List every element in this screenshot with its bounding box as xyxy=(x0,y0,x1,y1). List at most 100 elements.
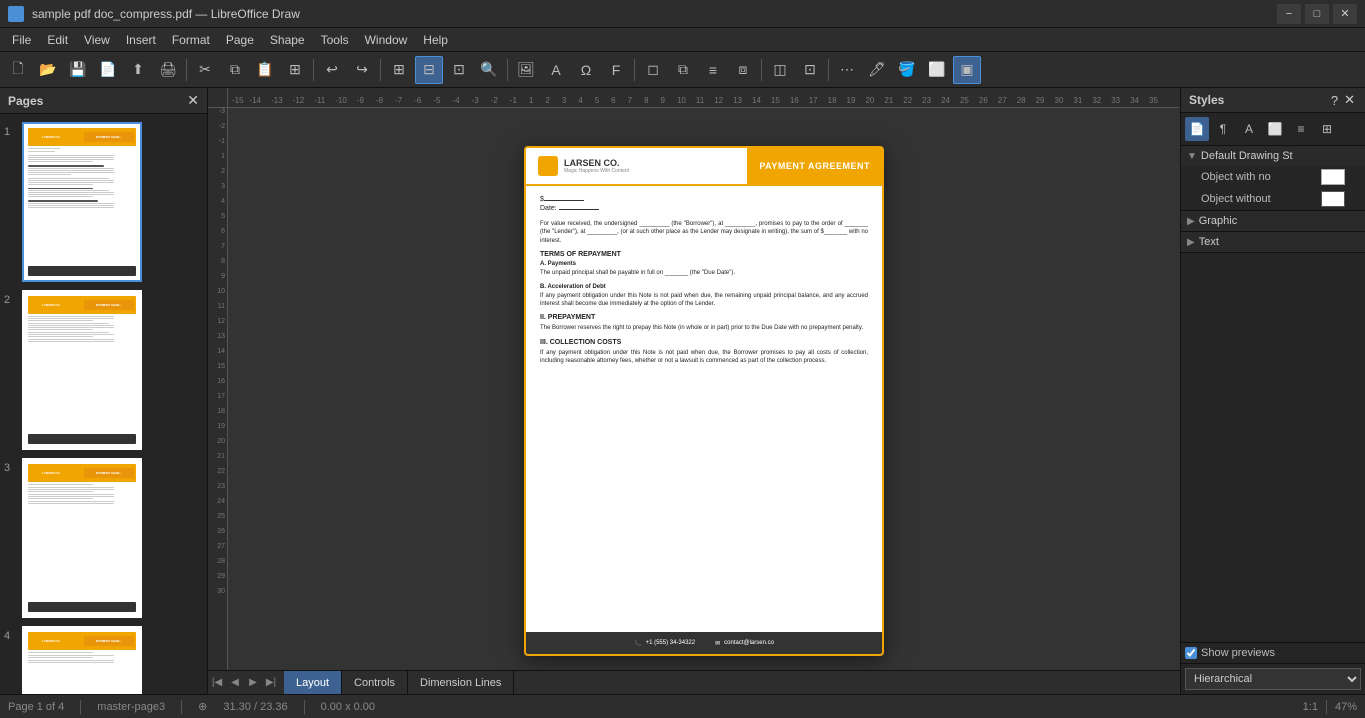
style-group-graphic-header[interactable]: ▶ Graphic xyxy=(1181,211,1365,231)
style-group-default-header[interactable]: ▼ Default Drawing St xyxy=(1181,146,1365,166)
tab-layout[interactable]: Layout xyxy=(284,671,342,694)
style-group-text-label: Text xyxy=(1199,236,1219,248)
style-group-default-label: Default Drawing St xyxy=(1201,150,1293,162)
area-style-button[interactable]: ⬜ xyxy=(923,56,951,84)
fontwork-button[interactable]: F xyxy=(602,56,630,84)
style-list-button[interactable]: ≡ xyxy=(1289,117,1313,141)
show-previews-label[interactable]: Show previews xyxy=(1201,647,1275,659)
menu-file[interactable]: File xyxy=(4,28,39,51)
menu-page[interactable]: Page xyxy=(218,28,262,51)
show-previews-checkbox[interactable] xyxy=(1185,647,1197,659)
line-color-button[interactable]: 🖊 xyxy=(863,56,891,84)
page-preview-4[interactable]: LARSEN CO. PAYMENT AGRE... xyxy=(22,626,142,694)
page-preview-3[interactable]: LARSEN CO. PAYMENT AGRE... xyxy=(22,458,142,618)
company-info: LARSEN CO. Magic Happens With Content xyxy=(564,158,629,174)
status-right: 1:1 47% xyxy=(1303,700,1357,714)
status-separator-4 xyxy=(1326,700,1327,714)
doc-footer: 📞 +1 (555) 34-34322 ✉ contact@larsen.co xyxy=(526,632,882,654)
snap-grid-button[interactable]: ⊟ xyxy=(415,56,443,84)
tab-last-button[interactable]: ▶| xyxy=(262,674,280,692)
toolbar-separator-1 xyxy=(186,59,187,81)
page-thumb-3[interactable]: 3 LARSEN CO. PAYMENT AGRE... xyxy=(4,458,203,618)
menu-shape[interactable]: Shape xyxy=(262,28,313,51)
pages-panel-close[interactable]: ✕ xyxy=(187,92,199,109)
fit-button[interactable]: ⊡ xyxy=(445,56,473,84)
tab-next-button[interactable]: ▶ xyxy=(244,674,262,692)
pages-panel-title: Pages xyxy=(8,94,43,108)
style-item-object-with[interactable]: Object with no xyxy=(1181,166,1365,188)
print-button[interactable]: 🖨 xyxy=(154,56,182,84)
undo-button[interactable]: ↩ xyxy=(318,56,346,84)
shadow-button[interactable]: ◫ xyxy=(766,56,794,84)
clone-button[interactable]: ⊞ xyxy=(281,56,309,84)
special-char-button[interactable]: Ω xyxy=(572,56,600,84)
date-label: Date: xyxy=(540,205,557,212)
tab-dimension-lines[interactable]: Dimension Lines xyxy=(408,671,514,694)
menu-help[interactable]: Help xyxy=(415,28,456,51)
paste-button[interactable]: 📋 xyxy=(251,56,279,84)
page-preview-1[interactable]: LARSEN CO. PAYMENT AGRE... xyxy=(22,122,142,282)
save-button[interactable]: 💾 xyxy=(64,56,92,84)
style-char-button[interactable]: A xyxy=(1237,117,1261,141)
styles-help-button[interactable]: ? xyxy=(1329,92,1340,108)
style-preview-object-without xyxy=(1321,191,1345,207)
menu-window[interactable]: Window xyxy=(357,28,416,51)
style-para-button[interactable]: ¶ xyxy=(1211,117,1235,141)
zoom-button[interactable]: 🔍 xyxy=(475,56,503,84)
page-thumb-4[interactable]: 4 LARSEN CO. PAYMENT AGRE... xyxy=(4,626,203,694)
doc-footer-phone: 📞 +1 (555) 34-34322 xyxy=(634,640,695,647)
doc-logo-section: LARSEN CO. Magic Happens With Content xyxy=(526,148,747,184)
image-button[interactable]: 🖼 xyxy=(512,56,540,84)
menu-format[interactable]: Format xyxy=(164,28,218,51)
page-preview-2[interactable]: LARSEN CO. PAYMENT AGRE... xyxy=(22,290,142,450)
grid-display-button[interactable]: ⊞ xyxy=(385,56,413,84)
styles-dropdown[interactable]: Hierarchical All Styles Applied Styles xyxy=(1185,668,1361,690)
cut-button[interactable]: ✂ xyxy=(191,56,219,84)
doc-header: LARSEN CO. Magic Happens With Content PA… xyxy=(526,148,882,186)
style-page-button[interactable]: 📄 xyxy=(1185,117,1209,141)
document-page: LARSEN CO. Magic Happens With Content PA… xyxy=(524,146,884,656)
tab-first-button[interactable]: |◀ xyxy=(208,674,226,692)
copy-button[interactable]: ⧉ xyxy=(221,56,249,84)
fill-color-button[interactable]: 🪣 xyxy=(893,56,921,84)
styles-close-button[interactable]: ✕ xyxy=(1342,92,1357,108)
shapes-button[interactable]: ◻ xyxy=(639,56,667,84)
page-thumb-2[interactable]: 2 LARSEN CO. PAYMENT AGRE... xyxy=(4,290,203,450)
amount-line xyxy=(544,200,584,201)
company-tagline: Magic Happens With Content xyxy=(564,168,629,174)
style-group-text-header[interactable]: ▶ Text xyxy=(1181,232,1365,252)
tab-prev-button[interactable]: ◀ xyxy=(226,674,244,692)
document-canvas[interactable]: LARSEN CO. Magic Happens With Content PA… xyxy=(228,108,1180,694)
export-button[interactable]: ⬆ xyxy=(124,56,152,84)
align-button[interactable]: ≡ xyxy=(699,56,727,84)
crop-button[interactable]: ⊡ xyxy=(796,56,824,84)
node-edit-button[interactable]: ⋯ xyxy=(833,56,861,84)
menu-tools[interactable]: Tools xyxy=(313,28,357,51)
redo-button[interactable]: ↪ xyxy=(348,56,376,84)
page-thumb-1[interactable]: 1 LARSEN CO. PAYMENT AGRE... xyxy=(4,122,203,282)
open-button[interactable]: 📂 xyxy=(34,56,62,84)
new-button[interactable]: 🗋 xyxy=(4,56,32,84)
tab-controls[interactable]: Controls xyxy=(342,671,408,694)
minimize-button[interactable]: − xyxy=(1277,4,1301,24)
styles-header-buttons: ? ✕ xyxy=(1329,92,1357,108)
menu-edit[interactable]: Edit xyxy=(39,28,76,51)
menu-view[interactable]: View xyxy=(76,28,118,51)
menu-insert[interactable]: Insert xyxy=(118,28,164,51)
style-item-object-without[interactable]: Object without xyxy=(1181,188,1365,210)
arrange-button[interactable]: ⧉ xyxy=(669,56,697,84)
status-zoom-ratio: 1:1 xyxy=(1303,701,1318,713)
style-group-graphic-label: Graphic xyxy=(1199,215,1238,227)
close-button[interactable]: ✕ xyxy=(1333,4,1357,24)
style-preview-thumb[interactable]: ⊞ xyxy=(1315,117,1339,141)
text-button[interactable]: A xyxy=(542,56,570,84)
maximize-button[interactable]: □ xyxy=(1305,4,1329,24)
style-frame-button[interactable]: ⬜ xyxy=(1263,117,1287,141)
status-dimensions: 0.00 x 0.00 xyxy=(321,701,375,713)
distribution-button[interactable]: ⧈ xyxy=(729,56,757,84)
active-mode-button[interactable]: ▣ xyxy=(953,56,981,84)
export-pdf-button[interactable]: 📄 xyxy=(94,56,122,84)
toolbar-separator-2 xyxy=(313,59,314,81)
doc-para-prepay: The Borrower reserves the right to prepa… xyxy=(540,324,868,332)
title-bar: sample pdf doc_compress.pdf — LibreOffic… xyxy=(0,0,1365,28)
